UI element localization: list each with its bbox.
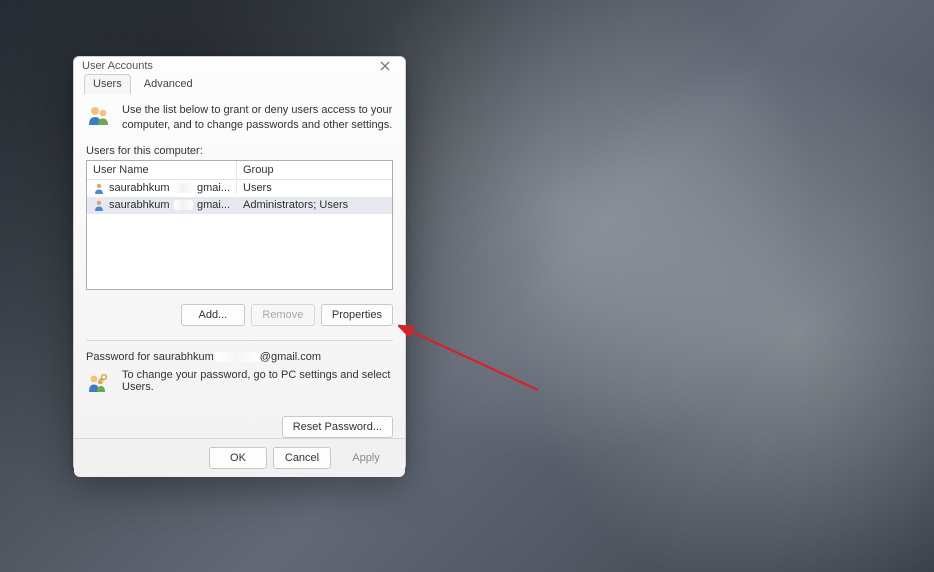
tab-strip: Users Advanced	[74, 73, 405, 93]
users-listview[interactable]: User Name Group saurabhkum gmai... Users	[86, 160, 393, 290]
remove-button: Remove	[251, 304, 315, 326]
cell-group: Administrators; Users	[237, 198, 392, 212]
column-header-group[interactable]: Group	[237, 161, 392, 179]
section-separator	[86, 340, 393, 341]
dialog-footer: OK Cancel Apply	[74, 438, 405, 477]
user-icon	[93, 182, 105, 194]
tab-panel-users: Use the list below to grant or deny user…	[74, 93, 405, 438]
apply-button[interactable]: Apply	[337, 447, 395, 469]
user-accounts-dialog: User Accounts Users Advanced U	[73, 56, 406, 471]
column-header-username[interactable]: User Name	[87, 161, 237, 179]
key-users-icon	[86, 369, 110, 398]
username-prefix: saurabhkum	[109, 199, 170, 211]
tab-users[interactable]: Users	[84, 74, 131, 94]
password-for-label: Password for saurabhkum @gmail.com	[86, 351, 393, 363]
listview-header[interactable]: User Name Group	[87, 161, 392, 180]
redacted-segment	[174, 200, 193, 210]
password-for-prefix: Password for saurabhkum	[86, 351, 214, 363]
tab-advanced[interactable]: Advanced	[135, 74, 202, 94]
desktop-background: User Accounts Users Advanced U	[0, 0, 934, 572]
cancel-button[interactable]: Cancel	[273, 447, 331, 469]
cell-group: Users	[237, 181, 392, 195]
user-icon	[93, 199, 105, 211]
cell-username: saurabhkum gmai...	[87, 198, 237, 212]
username-suffix: gmai...	[197, 199, 230, 211]
password-hint-text: To change your password, go to PC settin…	[122, 369, 393, 393]
window-title: User Accounts	[82, 60, 153, 72]
list-button-row: Add... Remove Properties	[86, 304, 393, 326]
redacted-segment	[174, 183, 193, 193]
username-suffix: gmai...	[197, 182, 230, 194]
annotation-arrow-icon	[398, 320, 558, 420]
table-row[interactable]: saurabhkum gmai... Administrators; Users	[87, 197, 392, 214]
properties-button[interactable]: Properties	[321, 304, 393, 326]
intro-text: Use the list below to grant or deny user…	[122, 103, 393, 133]
users-icon	[86, 103, 112, 133]
reset-password-button[interactable]: Reset Password...	[282, 416, 393, 438]
cell-username: saurabhkum gmai...	[87, 181, 237, 195]
add-button[interactable]: Add...	[181, 304, 245, 326]
password-for-suffix: @gmail.com	[260, 351, 321, 363]
redacted-segment	[214, 352, 260, 362]
password-section: Password for saurabhkum @gmail.com	[86, 351, 393, 438]
username-prefix: saurabhkum	[109, 182, 170, 194]
table-row[interactable]: saurabhkum gmai... Users	[87, 180, 392, 197]
intro-row: Use the list below to grant or deny user…	[86, 103, 393, 133]
ok-button[interactable]: OK	[209, 447, 267, 469]
list-label: Users for this computer:	[86, 145, 393, 157]
